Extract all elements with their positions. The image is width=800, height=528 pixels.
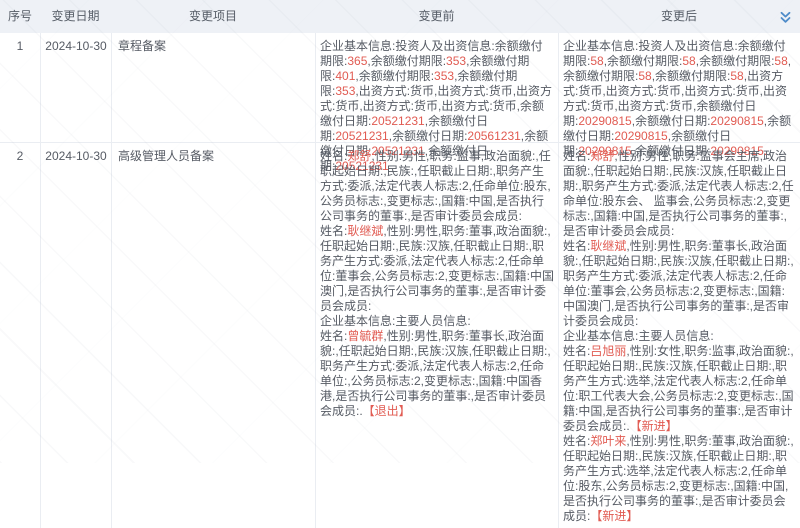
text-segment: 姓名: xyxy=(320,149,348,163)
text-segment: 企业基本信息:主要人员信息: xyxy=(563,329,714,343)
highlighted-text: 郑舒 xyxy=(347,149,372,163)
text-segment: 姓名: xyxy=(563,149,591,163)
highlighted-text: 353 xyxy=(446,54,467,68)
column-header-before-change: 变更前 xyxy=(418,9,455,23)
text-segment: 姓名: xyxy=(563,239,591,253)
cell-paragraph: 企业基本信息:投资人及出资信息:余额缴付期限:58,余额缴付期限:58,余额缴付… xyxy=(563,39,796,159)
highlighted-text: 【新进】 xyxy=(629,419,678,433)
cell-paragraph: 姓名:耿继斌,性别:男性,职务:董事,政治面貌:,任职起始日期:,民族:汉族,任… xyxy=(320,224,554,314)
change-date: 2024-10-30 xyxy=(40,143,111,528)
table-row: 2 2024-10-30 高级管理人员备案 姓名:郑舒,性别:男性,职务:监事,… xyxy=(0,143,800,528)
text-segment: 姓名: xyxy=(320,224,348,238)
highlighted-text: 20521231 xyxy=(335,129,389,143)
text-segment: ,余额缴付期限: xyxy=(603,54,683,68)
after-change-cell: 姓名:郑舒,性别:男性,职务:监事会主席,政治面貌:,任职起始日期:,民族:汉族… xyxy=(558,143,800,528)
highlighted-text: 20521231 xyxy=(371,114,425,128)
highlighted-text: 耿继斌 xyxy=(590,239,627,253)
text-segment: 姓名: xyxy=(563,434,591,448)
highlighted-text: 郑叶来 xyxy=(590,434,627,448)
column-header-seq: 序号 xyxy=(7,9,32,23)
text-segment: ,余额缴付期限: xyxy=(355,69,435,83)
text-segment: 企业基本信息:主要人员信息: xyxy=(320,314,471,328)
cell-paragraph: 企业基本信息:主要人员信息: xyxy=(320,314,554,329)
text-segment: 姓名: xyxy=(563,344,591,358)
column-header-after-change: 变更后 xyxy=(660,9,697,23)
highlighted-text: 401 xyxy=(335,69,356,83)
change-date: 2024-10-30 xyxy=(40,33,111,142)
after-change-cell: 企业基本信息:投资人及出资信息:余额缴付期限:58,余额缴付期限:58,余额缴付… xyxy=(558,33,800,158)
cell-paragraph: 姓名:郑舒,性别:男性,职务:监事会主席,政治面貌:,任职起始日期:,民族:汉族… xyxy=(563,149,796,239)
cell-paragraph: 姓名:曾毓群,性别:男性,职务:董事长,政治面貌:,任职起始日期:,民族:汉族,… xyxy=(320,329,554,419)
highlighted-text: 20290815 xyxy=(710,114,764,128)
text-segment: ,余额缴付期限: xyxy=(367,54,447,68)
before-change-cell: 姓名:郑舒,性别:男性,职务:监事,政治面貌:,任职起始日期:,民族:,任职截止… xyxy=(315,143,558,528)
highlighted-text: 58 xyxy=(774,54,788,68)
highlighted-text: 郑舒 xyxy=(590,149,615,163)
highlighted-text: 58 xyxy=(638,69,652,83)
highlighted-text: 【退出】 xyxy=(362,404,411,418)
text-segment: ,余额缴付期限: xyxy=(651,69,731,83)
highlighted-text: 353 xyxy=(335,84,356,98)
change-records-table: 序号 变更日期 变更项目 变更前 变更后 1 2024-10-30 章程备案 企… xyxy=(0,0,800,528)
text-segment: ,余额缴付期限: xyxy=(695,54,775,68)
highlighted-text: 【新进】 xyxy=(590,509,639,523)
change-item: 章程备案 xyxy=(111,33,315,142)
highlighted-text: 353 xyxy=(434,69,455,83)
highlighted-text: 58 xyxy=(590,54,604,68)
text-segment: ,余额缴付日期: xyxy=(631,114,711,128)
highlighted-text: 20561231 xyxy=(467,129,521,143)
change-item: 高级管理人员备案 xyxy=(111,143,315,528)
cell-paragraph: 姓名:郑舒,性别:男性,职务:监事,政治面貌:,任职起始日期:,民族:,任职截止… xyxy=(320,149,554,224)
text-segment: ,余额缴付日期: xyxy=(388,129,468,143)
highlighted-text: 吕旭丽 xyxy=(590,344,627,358)
highlighted-text: 曾毓群 xyxy=(347,329,384,343)
row-index: 2 xyxy=(16,149,24,163)
highlighted-text: 20290815 xyxy=(614,129,668,143)
column-header-change-date: 变更日期 xyxy=(51,9,100,23)
double-chevron-down-icon[interactable] xyxy=(778,10,792,24)
table-row: 1 2024-10-30 章程备案 企业基本信息:投资人及出资信息:余额缴付期限… xyxy=(0,33,800,173)
highlighted-text: 20290815 xyxy=(578,114,632,128)
text-segment: 姓名: xyxy=(320,329,348,343)
cell-paragraph: 姓名:耿继斌,性别:男性,职务:董事长,政治面貌:,任职起始日期:,民族:汉族,… xyxy=(563,239,796,329)
highlighted-text: 365 xyxy=(347,54,368,68)
row-index: 1 xyxy=(16,39,24,53)
cell-paragraph: 企业基本信息:主要人员信息: xyxy=(563,329,796,344)
cell-paragraph: 姓名:郑叶来,性别:男性,职务:董事,政治面貌:,任职起始日期:,民族:汉族,任… xyxy=(563,434,796,524)
table-header: 序号 变更日期 变更项目 变更前 变更后 xyxy=(0,0,800,33)
highlighted-text: 58 xyxy=(730,69,744,83)
before-change-cell: 企业基本信息:投资人及出资信息:余额缴付期限:365,余额缴付期限:353,余额… xyxy=(315,33,558,173)
column-header-change-item: 变更项目 xyxy=(188,9,237,23)
cell-paragraph: 姓名:吕旭丽,性别:女性,职务:监事,政治面貌:,任职起始日期:,民族:汉族,任… xyxy=(563,344,796,434)
highlighted-text: 耿继斌 xyxy=(347,224,384,238)
highlighted-text: 58 xyxy=(682,54,696,68)
